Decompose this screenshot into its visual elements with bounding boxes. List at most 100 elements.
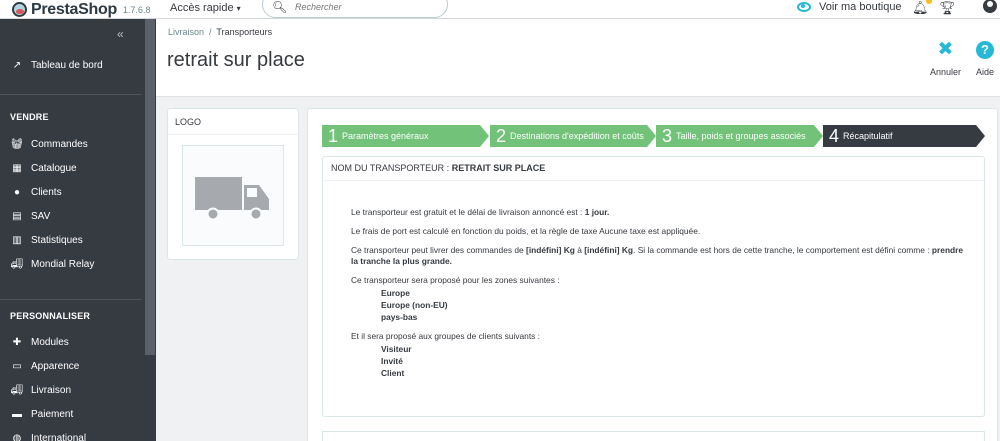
- list-item: Invité: [381, 356, 403, 366]
- page-header: Livraison / Transporteurs retrait sur pl…: [156, 19, 1000, 97]
- wizard-step-3[interactable]: 3 Taille, poids et groupes associés: [656, 125, 814, 147]
- summary-text: Ce transporteur peut livrer des commande…: [351, 245, 524, 255]
- quick-access-dropdown[interactable]: Accès rapide ▾: [170, 2, 241, 14]
- list-item: Europe: [381, 288, 410, 298]
- list-item: Europe (non-EU): [381, 300, 448, 310]
- summary-range-text: Ce transporteur peut livrer des commande…: [351, 245, 971, 267]
- notifications-button[interactable]: 🔔︎: [912, 0, 932, 16]
- sidebar-item-catalog[interactable]: ▦ Catalogue: [10, 163, 77, 174]
- user-account-icon[interactable]: [983, 0, 997, 13]
- sidebar-item-sav[interactable]: ▤ SAV: [10, 211, 50, 222]
- brand-logo[interactable]: PrestaShop 1.7.6.8: [12, 0, 150, 19]
- help-icon: ?: [976, 41, 994, 59]
- bar-chart-icon: ▥: [12, 235, 22, 246]
- sidebar-item-dashboard[interactable]: ↗ Tableau de bord: [10, 60, 103, 71]
- carrier-name: RETRAIT SUR PLACE: [451, 163, 546, 173]
- credit-card-icon: ▬: [12, 409, 22, 420]
- shopping-basket-icon: 🧺︎: [10, 139, 24, 150]
- sidebar-item-label: International: [31, 433, 87, 441]
- view-shop-link[interactable]: Voir ma boutique: [797, 1, 902, 13]
- sidebar-item-international[interactable]: ◍ International: [10, 433, 86, 441]
- search-icon: 🔍︎: [272, 0, 288, 14]
- sidebar-item-label: Apparence: [31, 361, 80, 372]
- help-label: Aide: [976, 67, 995, 77]
- search-box[interactable]: 🔍︎: [262, 0, 448, 18]
- summary-range-max: [indéfini] Kg: [584, 245, 634, 255]
- logo-panel-title: LOGO: [175, 117, 202, 127]
- step-arrow: [814, 125, 823, 147]
- sidebar-divider: [0, 94, 142, 95]
- sidebar-item-shipping[interactable]: 🚚︎ Livraison: [10, 385, 71, 396]
- summary-body: Le transporteur est gratuit et le délai …: [351, 207, 971, 387]
- list-item: Client: [381, 368, 405, 378]
- step-label: Paramètres généraux: [342, 130, 429, 141]
- breadcrumb-separator: /: [209, 27, 212, 37]
- list-item: Visiteur: [381, 344, 412, 354]
- globe-icon: ◍: [12, 433, 22, 441]
- sidebar-item-label: Clients: [31, 187, 62, 198]
- truck-placeholder-icon: [195, 177, 269, 221]
- prestashop-logo-icon: [12, 2, 27, 17]
- page-title: retrait sur place: [167, 49, 305, 71]
- quick-access-label: Accès rapide: [170, 2, 234, 14]
- wizard-step-1[interactable]: 1 Paramètres généraux: [322, 125, 480, 147]
- groups-list: Visiteur Invité Client: [351, 343, 971, 379]
- collapse-sidebar-icon[interactable]: «: [117, 27, 124, 41]
- logo-panel: LOGO: [167, 108, 299, 260]
- sidebar-scrollbar[interactable]: [145, 19, 155, 355]
- sidebar-item-modules[interactable]: ✚ Modules: [10, 337, 69, 348]
- cancel-button[interactable]: ✖ Annuler: [930, 38, 961, 77]
- summary-groups-intro: Et il sera proposé aux groupes de client…: [351, 331, 541, 341]
- trophy-button[interactable]: 🏆︎: [939, 0, 956, 16]
- carrier-logo-preview[interactable]: [182, 145, 284, 246]
- sidebar-divider: [0, 299, 142, 300]
- sidebar-item-orders[interactable]: 🧺︎ Commandes: [10, 139, 88, 150]
- breadcrumb-parent[interactable]: Livraison: [168, 27, 204, 37]
- sidebar-item-label: Tableau de bord: [31, 60, 103, 71]
- step-label: Récapitulatif: [843, 130, 893, 141]
- sidebar-item-label: Modules: [31, 337, 69, 348]
- sidebar-item-customers[interactable]: ● Clients: [10, 187, 62, 198]
- step-arrow: [976, 125, 985, 147]
- step-number: 2: [496, 126, 507, 146]
- truck-icon: 🚚︎: [10, 385, 24, 396]
- sidebar-item-payment[interactable]: ▬ Paiement: [10, 409, 73, 420]
- sidebar-item-label: Mondial Relay: [31, 259, 95, 270]
- close-icon: ✖: [937, 39, 954, 60]
- sidebar-item-mondial-relay[interactable]: 🚚︎ Mondial Relay: [10, 259, 95, 270]
- store-icon: ▦: [12, 163, 22, 174]
- summary-card: NOM DU TRANSPORTEUR : RETRAIT SUR PLACE …: [322, 156, 985, 417]
- wizard-step-2[interactable]: 2 Destinations d'expédition et coûts: [490, 125, 647, 147]
- caret-down-icon: ▾: [236, 4, 241, 13]
- sidebar-item-label: Catalogue: [31, 163, 77, 174]
- notification-badge: [925, 0, 932, 4]
- summary-shipping-cost-text: Le frais de port est calculé en fonction…: [351, 226, 701, 236]
- summary-delay-text: Le transporteur est gratuit et le délai …: [351, 207, 971, 218]
- step-arrow: [480, 125, 489, 147]
- help-button[interactable]: ? Aide: [976, 38, 994, 77]
- sidebar-section-title: PERSONNALISER: [10, 311, 91, 321]
- breadcrumb: Livraison / Transporteurs: [168, 27, 272, 37]
- summary-header: NOM DU TRANSPORTEUR : RETRAIT SUR PLACE: [323, 157, 984, 181]
- step-arrow: [647, 125, 656, 147]
- cancel-label: Annuler: [930, 67, 962, 77]
- sidebar-item-appearance[interactable]: ▭ Apparence: [10, 361, 79, 372]
- trophy-icon: 🏆︎: [939, 0, 956, 15]
- search-input[interactable]: [295, 2, 435, 12]
- trending-up-icon: ↗: [12, 60, 22, 71]
- sidebar-item-label: Livraison: [31, 385, 72, 396]
- step-number: 3: [662, 126, 673, 146]
- sidebar-item-label: Statistiques: [31, 235, 83, 246]
- account-circle-icon: ●: [13, 187, 21, 198]
- sidebar-item-label: Paiement: [31, 409, 74, 420]
- sidebar-section-title: VENDRE: [10, 112, 49, 122]
- wizard-step-4[interactable]: 4 Récapitulatif: [823, 125, 976, 147]
- summary-text: . Si la commande est hors de cette tranc…: [633, 245, 930, 255]
- wizard-steps: 1 Paramètres généraux 2 Destinations d'e…: [322, 125, 985, 147]
- sidebar: « ↗ Tableau de bord VENDRE 🧺︎ Commandes …: [0, 19, 156, 441]
- brand-name: PrestaShop: [31, 0, 117, 18]
- sidebar-item-label: Commandes: [31, 139, 88, 150]
- step-number: 1: [328, 126, 339, 146]
- summary-range-min: [indéfini] Kg: [526, 245, 575, 255]
- sidebar-item-stats[interactable]: ▥ Statistiques: [10, 235, 83, 246]
